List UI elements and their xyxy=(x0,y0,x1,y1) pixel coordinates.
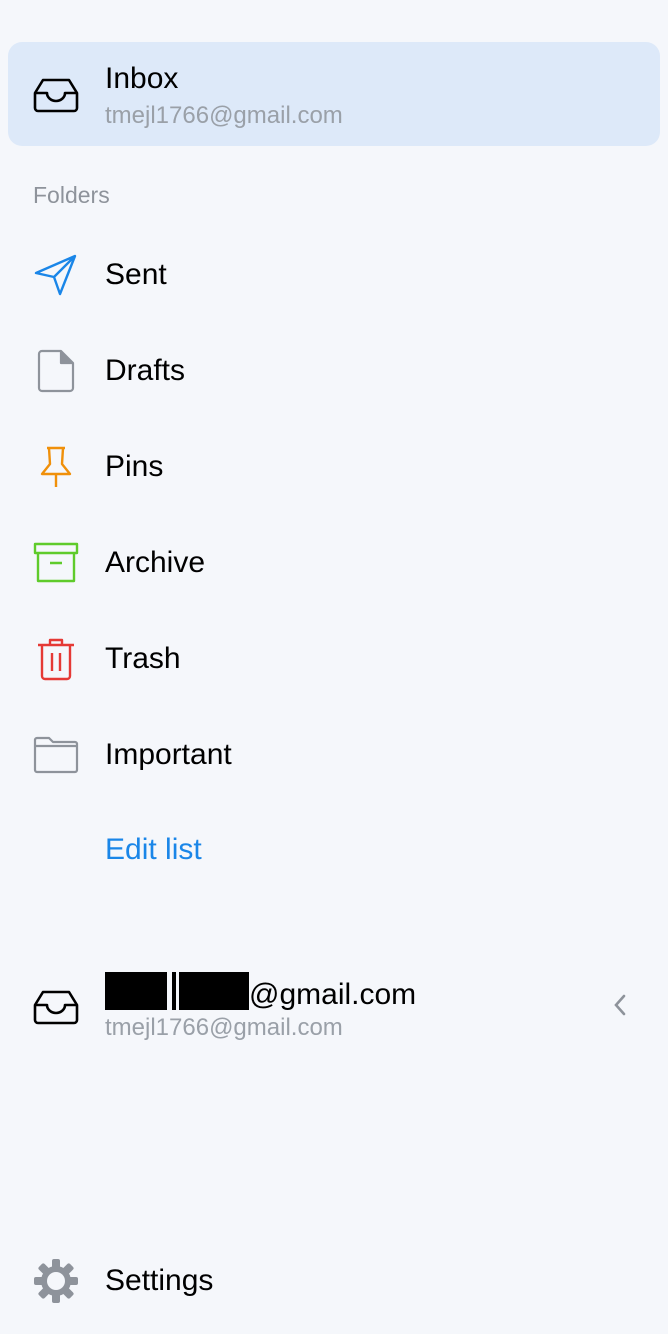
settings-label: Settings xyxy=(105,1264,214,1297)
folder-trash[interactable]: Trash xyxy=(0,611,668,707)
account-item[interactable]: @gmail.com tmejl1766@gmail.com xyxy=(0,960,668,1050)
gear-icon xyxy=(32,1257,80,1305)
folder-label: Archive xyxy=(105,546,206,579)
pin-icon xyxy=(32,443,80,491)
account-email: tmejl1766@gmail.com xyxy=(105,1014,343,1041)
archive-icon xyxy=(32,539,80,587)
folder-label: Drafts xyxy=(105,354,186,387)
folder-archive[interactable]: Archive xyxy=(0,515,668,611)
chevron-left-icon[interactable] xyxy=(612,994,628,1021)
inbox-account: tmejl1766@gmail.com xyxy=(105,102,343,129)
folder-label: Pins xyxy=(105,450,164,483)
folder-pins[interactable]: Pins xyxy=(0,419,668,515)
inbox-icon xyxy=(32,982,80,1030)
folder-sent[interactable]: Sent xyxy=(0,227,668,323)
folder-label: Important xyxy=(105,738,232,771)
inbox-title: Inbox xyxy=(105,62,179,95)
folder-label: Sent xyxy=(105,258,167,291)
account-name: @gmail.com xyxy=(105,972,416,1012)
settings-item[interactable]: Settings xyxy=(0,1233,668,1329)
send-icon xyxy=(32,251,80,299)
folder-drafts[interactable]: Drafts xyxy=(0,323,668,419)
folder-important[interactable]: Important xyxy=(0,707,668,803)
trash-icon xyxy=(32,635,80,683)
redaction xyxy=(105,972,167,1010)
redaction xyxy=(172,972,176,1010)
document-icon xyxy=(32,347,80,395)
folder-icon xyxy=(32,731,80,779)
folders-header: Folders xyxy=(33,182,110,208)
redaction xyxy=(179,972,249,1010)
account-name-suffix: @gmail.com xyxy=(249,978,417,1011)
edit-list-link[interactable]: Edit list xyxy=(105,833,202,867)
inbox-icon xyxy=(32,70,80,118)
folder-label: Trash xyxy=(105,642,181,675)
